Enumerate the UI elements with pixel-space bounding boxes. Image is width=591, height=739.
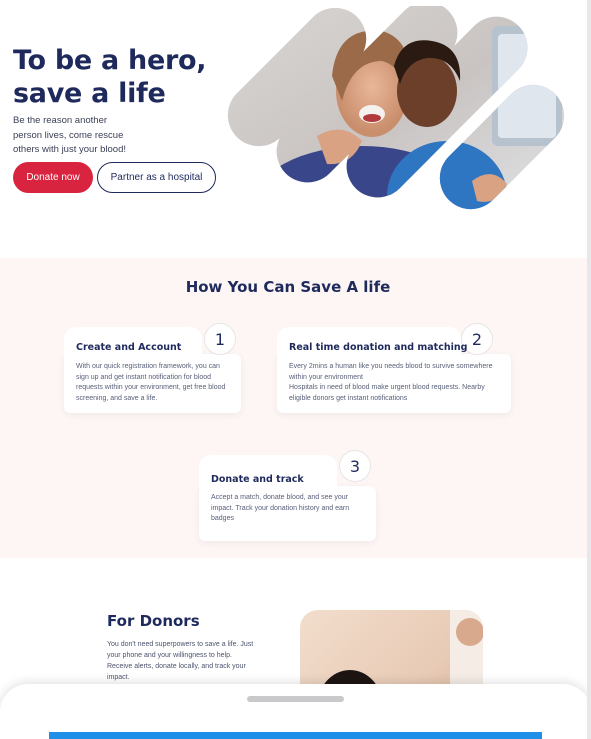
step-title: Real time donation and matching (289, 342, 468, 353)
step-description: Every 2mins a human like you needs blood… (289, 362, 504, 404)
donors-title: For Donors (107, 612, 200, 630)
step-title: Donate and track (211, 474, 304, 485)
step-description-line2: Hospitals in need of blood make urgent b… (289, 384, 485, 402)
scrollbar-track[interactable] (587, 0, 591, 739)
step-description: With our quick registration framework, y… (76, 363, 226, 402)
partner-hospital-button[interactable]: Partner as a hospital (97, 162, 216, 193)
hero-title: To be a hero, save a life (13, 44, 207, 110)
step-description: Accept a match, donate blood, and see yo… (211, 494, 350, 522)
hero-subtitle-line3: others with just your blood! (13, 144, 127, 155)
hero-title-line2: save a life (13, 78, 166, 109)
how-you-can-save-section: How You Can Save A life 1 Create and Acc… (0, 258, 591, 558)
bottom-sheet[interactable] (0, 684, 591, 739)
donate-now-button[interactable]: Donate now (13, 162, 93, 193)
hero-subtitle-line2: person lives, come rescue (13, 129, 124, 141)
donors-description: You don't need superpowers to save a lif… (107, 639, 267, 683)
hero-subtitle-line1: Be the reason another (13, 115, 108, 126)
step-number-badge: 3 (339, 450, 371, 482)
hero-title-line1: To be a hero, (13, 45, 207, 76)
hero-subtitle: Be the reason another person lives, come… (13, 114, 163, 158)
step-title: Create and Account (76, 342, 182, 353)
step-description-line1: Every 2mins a human like you needs blood… (289, 363, 493, 381)
hero-image-collage (222, 6, 574, 222)
step-number-badge: 1 (204, 323, 236, 355)
sheet-accent-bar (49, 732, 542, 739)
donors-description-line2: Receive alerts, donate locally, and trac… (107, 663, 246, 681)
how-section-title: How You Can Save A life (185, 278, 391, 296)
donors-description-line1: You don't need superpowers to save a lif… (107, 641, 254, 659)
hero-section: To be a hero, save a life Be the reason … (0, 0, 591, 258)
sheet-drag-handle[interactable] (247, 696, 344, 702)
